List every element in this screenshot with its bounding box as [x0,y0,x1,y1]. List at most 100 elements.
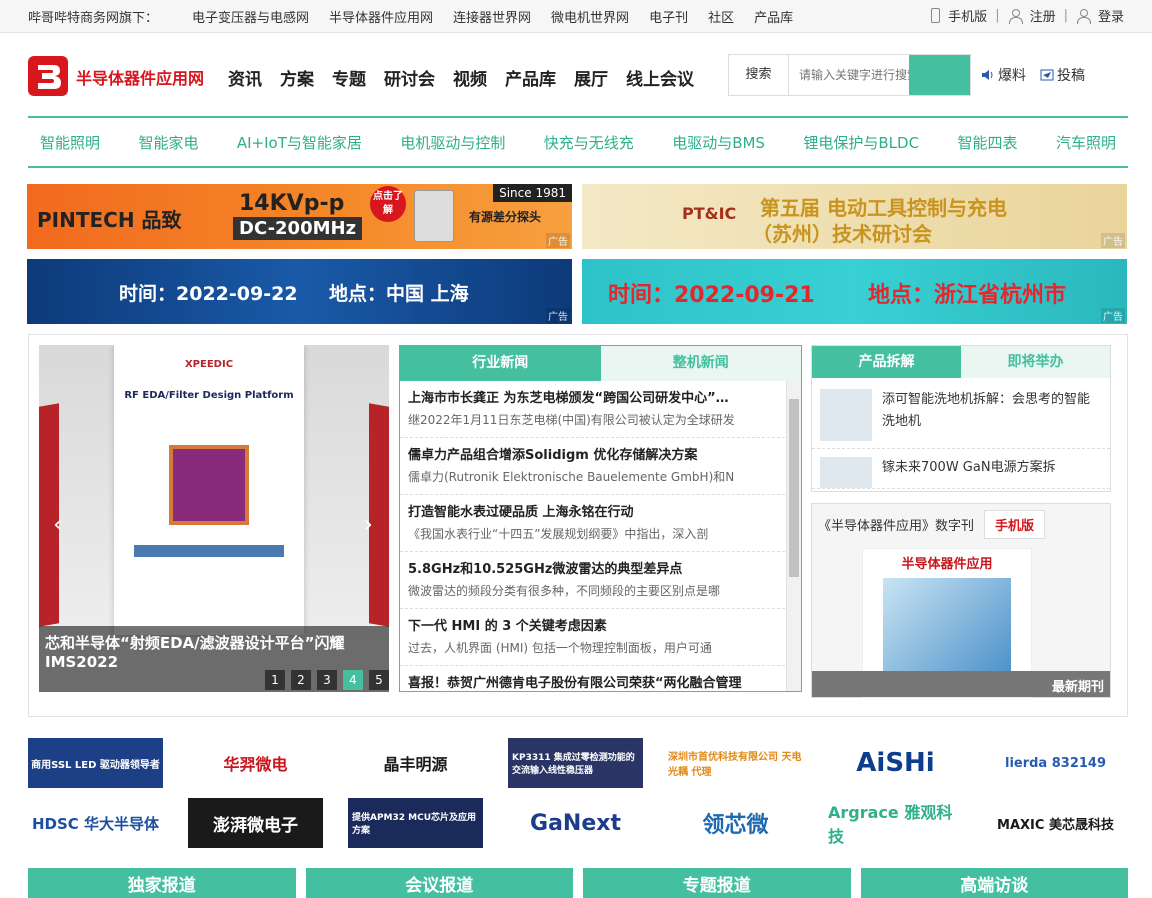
sponsor-logo[interactable]: 深圳市首优科技有限公司 天电光耦 代理 [668,738,803,788]
link-transformer[interactable]: 电子变压器与电感网 [192,7,309,26]
ad-ptic-seminar[interactable]: PT&IC 第五届 电动工具控制与充电 （苏州）技术研讨会 广告 [582,184,1127,249]
tab-conference-reports[interactable]: 会议报道 [305,868,573,898]
news-item[interactable]: 上海市市长龚正 为东芝电梯颁发“跨国公司研发中心”… 继2022年1月11日东芝电… [400,381,785,438]
search-button[interactable] [909,55,970,95]
mobile-link[interactable]: 手机版 [948,6,987,25]
news-scrollbar[interactable] [786,381,801,691]
tab-device-news[interactable]: 整机新闻 [600,346,801,381]
slider-page-3[interactable]: 3 [317,670,337,690]
slider-prev-icon[interactable]: ‹ [53,510,63,538]
search-type-label[interactable]: 搜索 [729,55,789,95]
nav-solutions[interactable]: 方案 [280,65,314,90]
site-logo-icon[interactable] [28,56,68,96]
slider-page-2[interactable]: 2 [291,670,311,690]
nav-topics[interactable]: 专题 [332,65,366,90]
sponsor-logo[interactable]: MAXIC 美芯晟科技 [988,798,1123,848]
pintech-spec-bandwidth: DC-200MHz [233,217,363,240]
slider-page-4[interactable]: 4 [343,670,363,690]
shanghai-time: 时间：2022-09-22 [119,283,298,305]
category-ai-iot[interactable]: AI+IoT与智能家居 [237,132,362,153]
ad-label: 广告 [1101,308,1125,323]
site-name[interactable]: 半导体器件应用网 [76,65,204,89]
ptic-title-line1: 第五届 电动工具控制与充电 [760,196,1007,220]
magazine-mobile-button[interactable]: 手机版 [984,509,1046,539]
news-item[interactable]: 打造智能水表过硬品质 上海永铭在行动 《我国水表行业“十四五”发展规划纲要》中指出… [400,495,785,552]
magazine-panel: 《半导体器件应用》数字刊 手机版 半导体器件应用 最新期刊 [811,503,1111,698]
pintech-since: Since 1981 [493,184,572,202]
category-smart-appliances[interactable]: 智能家电 [138,132,198,153]
news-item[interactable]: 儒卓力产品组合增添Solidigm 优化存储解决方案 儒卓力(Rutronik E… [400,438,785,495]
nav-videos[interactable]: 视频 [453,65,487,90]
sponsor-logo[interactable]: 晶丰明源 [348,738,483,788]
sponsor-logo[interactable]: 提供APM32 MCU芯片及应用方案 [348,798,483,848]
search-input[interactable] [789,55,909,95]
tab-interviews[interactable]: 高端访谈 [860,868,1128,898]
ad-pintech[interactable]: PINTECH 品致 14KVp-p DC-200MHz 点击了解 Since … [27,184,572,249]
link-semiconductor[interactable]: 半导体器件应用网 [329,7,433,26]
send-icon [1040,69,1054,81]
slider-pagination: 1 2 3 4 5 [265,670,389,690]
sponsor-logo[interactable]: GaNext [508,798,643,848]
nav-exhibition[interactable]: 展厅 [574,65,608,90]
nav-seminars[interactable]: 研讨会 [384,65,435,90]
news-item[interactable]: 喜报！恭贺广州德肯电子股份有限公司荣获“两化融合管理 [400,666,785,691]
link-emagazine[interactable]: 电子刊 [649,7,688,26]
latest-issue-link[interactable]: 最新期刊 [812,671,1110,697]
sponsor-logo[interactable]: AiSHi [828,738,963,788]
register-link[interactable]: 注册 [1030,6,1056,25]
news-item[interactable]: 5.8GHz和10.525GHz微波雷达的典型差异点 微波雷达的频段分类有很多种，… [400,552,785,609]
sponsor-logo[interactable]: 商用SSL LED 驱动器领导者 [28,738,163,788]
nav-online-meeting[interactable]: 线上会议 [626,65,694,90]
sponsor-logo[interactable]: 华羿微电 [188,738,323,788]
magazine-cover-title: 半导体器件应用 [901,557,993,572]
featured-slider[interactable]: XPEEDIC RF EDA/Filter Design Platform ‹ … [39,345,389,692]
category-motor-drive[interactable]: 电机驱动与控制 [400,132,505,153]
tab-exclusive-reports[interactable]: 独家报道 [28,868,296,898]
category-nav: 智能照明 智能家电 AI+IoT与智能家居 电机驱动与控制 快充与无线充 电驱动… [28,116,1128,168]
product-thumbnail [820,457,872,488]
tab-upcoming[interactable]: 即将举办 [961,346,1110,378]
link-product-library[interactable]: 产品库 [754,7,793,26]
category-smart-lighting[interactable]: 智能照明 [40,132,100,153]
hangzhou-time: 时间：2022-09-21 [608,283,815,308]
category-smart-meters[interactable]: 智能四表 [958,132,1018,153]
login-link[interactable]: 登录 [1098,6,1124,25]
tab-special-reports[interactable]: 专题报道 [583,868,851,898]
slide-card: XPEEDIC RF EDA/Filter Design Platform [114,345,304,635]
tab-teardowns[interactable]: 产品拆解 [812,346,961,378]
category-ev-bms[interactable]: 电驱动与BMS [672,132,765,153]
slider-page-5[interactable]: 5 [369,670,389,690]
category-fast-charging[interactable]: 快充与无线充 [544,132,634,153]
link-connector[interactable]: 连接器世界网 [453,7,531,26]
user-icon [1076,8,1091,24]
news-list: 上海市市长龚正 为东芝电梯颁发“跨国公司研发中心”… 继2022年1月11日东芝电… [400,381,785,691]
pintech-desc: 有源差分探头 [469,210,542,224]
sponsor-logo[interactable]: HDSC 华大半导体 [28,798,163,848]
sponsor-logo[interactable]: KP3311 集成过零检测功能的交流输入线性稳压器 [508,738,643,788]
sponsor-logo[interactable]: 领芯微 [668,798,803,848]
submit-link[interactable]: 投稿 [1040,65,1085,85]
tipoff-link[interactable]: 爆料 [981,65,1026,85]
tab-industry-news[interactable]: 行业新闻 [400,346,601,381]
sponsor-logo[interactable]: 澎湃微电子 [188,798,323,848]
probe-device [414,190,454,242]
slider-next-icon[interactable]: › [363,510,373,538]
product-item[interactable]: 镓未来700W GaN电源方案拆 [812,449,1110,489]
link-motor[interactable]: 微电机世界网 [551,7,629,26]
ad-shanghai-event[interactable]: 时间：2022-09-22 地点：中国 上海 广告 [27,259,572,324]
nav-news[interactable]: 资讯 [228,65,262,90]
magazine-title: 《半导体器件应用》数字刊 [818,518,975,534]
news-item[interactable]: 下一代 HMI 的 3 个关键考虑因素 过去，人机界面 (HMI) 包括一个物理控… [400,609,785,666]
category-auto-lighting[interactable]: 汽车照明 [1056,132,1116,153]
product-item[interactable]: 添可智能洗地机拆解：会思考的智能洗地机 [812,381,1110,449]
ad-label: 广告 [546,233,570,248]
link-community[interactable]: 社区 [708,7,734,26]
pintech-badge: 点击了解 [370,186,406,222]
ad-hangzhou-event[interactable]: 时间：2022-09-21 地点：浙江省杭州市 广告 [582,259,1127,324]
sponsor-logo[interactable]: lierda 832149 [988,738,1123,788]
user-icon [1008,8,1023,24]
nav-products[interactable]: 产品库 [505,65,556,90]
slider-page-1[interactable]: 1 [265,670,285,690]
sponsor-logo[interactable]: Argrace 雅观科技 [828,798,963,848]
category-battery-bldc[interactable]: 锂电保护与BLDC [803,132,919,153]
